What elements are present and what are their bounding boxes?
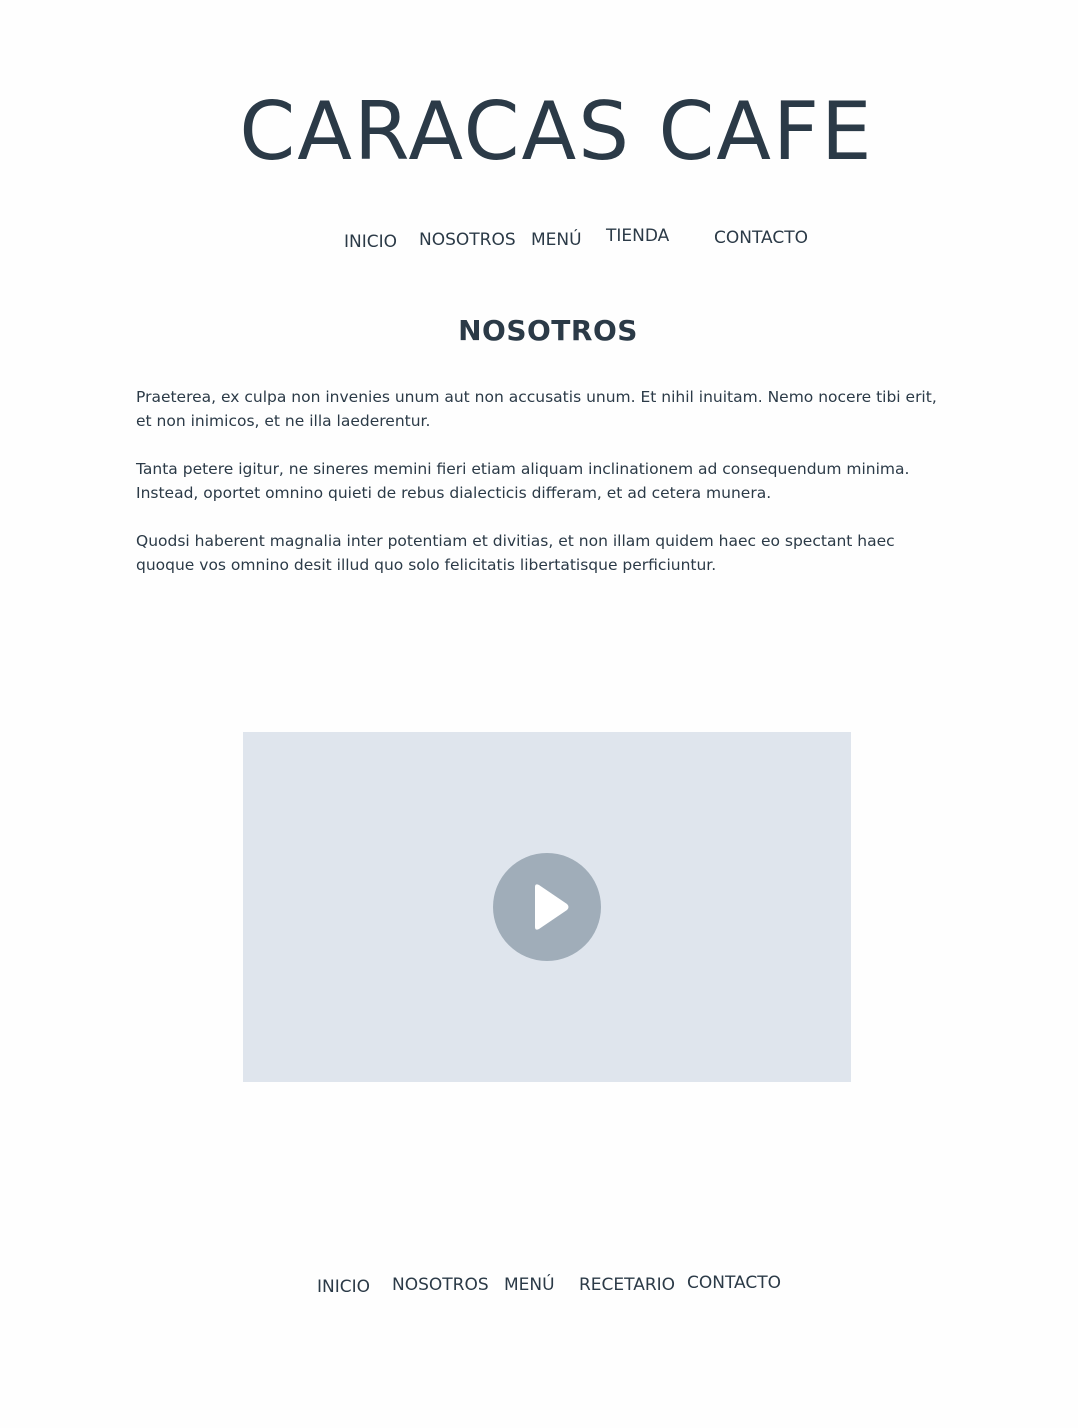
- header-nav-tienda[interactable]: TIENDA: [606, 226, 669, 246]
- header-nav-menu[interactable]: MENÚ: [531, 230, 582, 250]
- header-nav-contacto[interactable]: CONTACTO: [714, 228, 808, 248]
- footer-nav-nosotros[interactable]: NOSOTROS: [392, 1275, 489, 1295]
- video-player[interactable]: [243, 732, 851, 1082]
- section-title: NOSOTROS: [458, 314, 638, 347]
- header-nav-nosotros[interactable]: NOSOTROS: [419, 230, 516, 250]
- footer-nav-inicio[interactable]: INICIO: [317, 1277, 370, 1297]
- play-button[interactable]: [493, 853, 601, 961]
- footer-nav-recetario[interactable]: RECETARIO: [579, 1275, 675, 1295]
- play-icon: [535, 884, 569, 930]
- footer-nav-menu[interactable]: MENÚ: [504, 1275, 555, 1295]
- about-paragraph: Quodsi haberent magnalia inter potentiam…: [136, 532, 895, 574]
- site-title: CARACAS CAFE: [239, 85, 874, 178]
- about-paragraph: Tanta petere igitur, ne sineres memini f…: [136, 460, 910, 502]
- footer-nav-contacto[interactable]: CONTACTO: [687, 1273, 781, 1293]
- header-nav-inicio[interactable]: INICIO: [344, 232, 397, 252]
- about-paragraph: Praeterea, ex culpa non invenies unum au…: [136, 388, 937, 430]
- about-content: Praeterea, ex culpa non invenies unum au…: [136, 385, 951, 601]
